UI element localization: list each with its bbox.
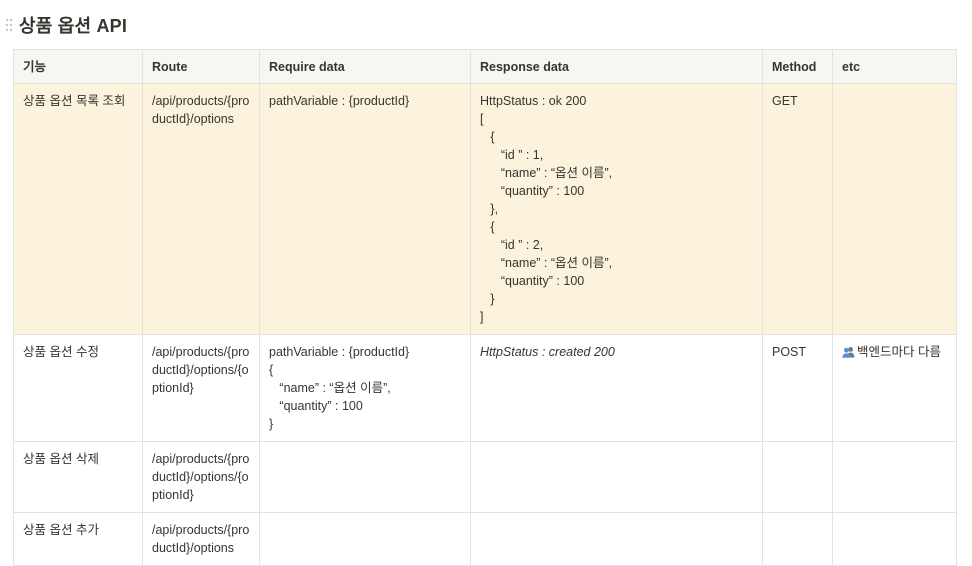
api-table: 기능 Route Require data Response data Meth… <box>13 49 957 566</box>
cell-route[interactable]: /api/products/{productId}/options <box>142 83 260 335</box>
cell-etc[interactable] <box>832 441 957 513</box>
etc-note: 백엔드마다 다름 <box>857 345 941 359</box>
cell-feature[interactable]: 상품 옵션 수정 <box>13 334 143 442</box>
cell-require[interactable] <box>259 512 471 566</box>
cell-etc[interactable] <box>832 83 957 335</box>
cell-require[interactable]: pathVariable : {productId} <box>259 83 471 335</box>
column-header-route[interactable]: Route <box>142 49 260 84</box>
drag-handle-icon[interactable] <box>2 15 16 35</box>
column-header-method[interactable]: Method <box>762 49 833 84</box>
cell-response[interactable] <box>470 441 763 513</box>
cell-require[interactable]: pathVariable : {productId} { “name” : “옵… <box>259 334 471 442</box>
column-header-response[interactable]: Response data <box>470 49 763 84</box>
cell-response[interactable]: HttpStatus : ok 200 [ { “id ” : 1, “name… <box>470 83 763 335</box>
people-icon <box>842 346 855 358</box>
cell-method[interactable]: GET <box>762 83 833 335</box>
page-header: 상품 옵션 API <box>0 10 127 40</box>
table-header-row: 기능 Route Require data Response data Meth… <box>13 49 957 84</box>
page-title: 상품 옵션 API <box>19 16 128 36</box>
cell-feature[interactable]: 상품 옵션 목록 조회 <box>13 83 143 335</box>
cell-route[interactable]: /api/products/{productId}/options/{optio… <box>142 441 260 513</box>
cell-route[interactable]: /api/products/{productId}/options/{optio… <box>142 334 260 442</box>
cell-require[interactable] <box>259 441 471 513</box>
column-header-etc[interactable]: etc <box>832 49 957 84</box>
cell-response[interactable] <box>470 512 763 566</box>
cell-feature[interactable]: 상품 옵션 추가 <box>13 512 143 566</box>
cell-method[interactable]: POST <box>762 334 833 442</box>
column-header-require[interactable]: Require data <box>259 49 471 84</box>
table-row: 상품 옵션 추가 /api/products/{productId}/optio… <box>13 512 957 566</box>
cell-route[interactable]: /api/products/{productId}/options <box>142 512 260 566</box>
cell-method[interactable] <box>762 512 833 566</box>
table-row: 상품 옵션 삭제 /api/products/{productId}/optio… <box>13 441 957 513</box>
cell-etc[interactable]: 백엔드마다 다름 <box>832 334 957 442</box>
table-row: 상품 옵션 수정 /api/products/{productId}/optio… <box>13 334 957 442</box>
cell-method[interactable] <box>762 441 833 513</box>
cell-feature[interactable]: 상품 옵션 삭제 <box>13 441 143 513</box>
cell-etc[interactable] <box>832 512 957 566</box>
cell-response[interactable]: HttpStatus : created 200 <box>470 334 763 442</box>
table-row: 상품 옵션 목록 조회 /api/products/{productId}/op… <box>13 83 957 335</box>
column-header-feature[interactable]: 기능 <box>13 49 143 84</box>
